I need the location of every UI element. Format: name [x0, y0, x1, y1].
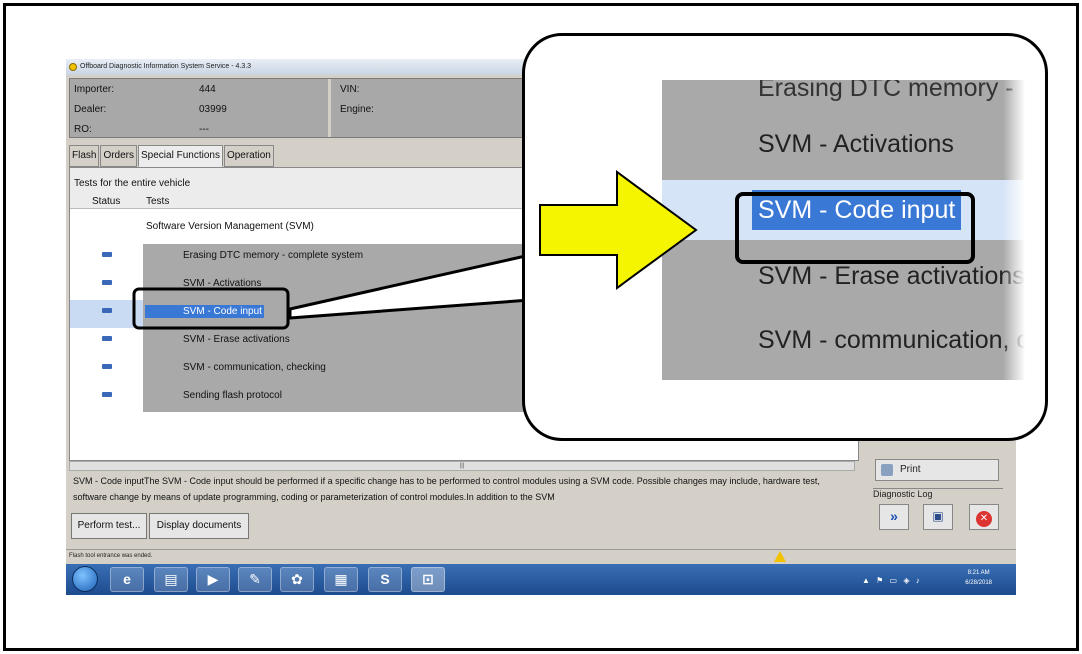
panel-caption: Tests for the entire vehicle	[74, 178, 191, 189]
brush-icon[interactable]: ✿	[280, 567, 314, 592]
grid-icon[interactable]: ▦	[324, 567, 358, 592]
zoom-row-code-input: SVM - Code input	[662, 180, 1025, 240]
zoomed-test-list: Erasing DTC memory - SVM - Activations S…	[662, 80, 1025, 380]
engine-row: Engine:	[340, 104, 374, 115]
status-indicator	[102, 308, 112, 313]
dealer-row: Dealer: 03999	[74, 104, 227, 115]
start-button[interactable]	[72, 566, 98, 592]
print-icon	[881, 464, 893, 476]
window-title: Offboard Diagnostic Information System S…	[80, 63, 252, 70]
tab-bar: Flash Orders Special Functions Operation	[69, 145, 275, 167]
horizontal-scrollbar[interactable]: |||	[69, 461, 855, 471]
importer-row: Importer: 444	[74, 84, 216, 95]
tab-orders[interactable]: Orders	[100, 145, 138, 167]
media-icon[interactable]: ▶	[196, 567, 230, 592]
right-action-panel: Print Diagnostic Log » ▣ ✕	[871, 449, 1013, 549]
navigation-buttons: » ▣ ✕	[873, 504, 1008, 534]
zoom-row-communication: SVM - communication, c	[758, 326, 1025, 354]
tests-column-header[interactable]: Tests	[146, 196, 169, 207]
zoom-callout-bubble: Erasing DTC memory - SVM - Activations S…	[522, 33, 1048, 441]
vehicle-info-panel: Importer: 444 Dealer: 03999 RO: --- VIN: En…	[69, 78, 525, 138]
diagnostic-log-label: Diagnostic Log	[873, 488, 1003, 500]
svm-group-label[interactable]: Software Version Management (SVM)	[146, 221, 314, 232]
status-indicator	[102, 336, 112, 341]
test-description: SVM - Code inputThe SVM - Code input sho…	[69, 472, 855, 508]
app-icon	[69, 63, 77, 71]
car-icon[interactable]: ⊡	[411, 567, 445, 592]
next-icon[interactable]: »	[879, 504, 909, 530]
status-bar: Flash tool entrance was ended.	[66, 549, 1016, 563]
status-indicator	[102, 392, 112, 397]
print-button[interactable]: Print	[875, 459, 999, 481]
grid-view-icon[interactable]: ▣	[923, 504, 953, 530]
tab-operation[interactable]: Operation	[223, 145, 274, 167]
close-icon: ✕	[976, 511, 992, 527]
tab-flash[interactable]: Flash	[69, 145, 100, 167]
perform-test-button[interactable]: Perform test...	[71, 513, 147, 539]
status-indicator	[102, 364, 112, 369]
vin-row: VIN:	[340, 84, 360, 95]
info-divider	[328, 79, 331, 137]
tray-icons[interactable]: ▲ ⚑ ▭ ◈ ♪	[862, 576, 922, 585]
zoom-fade	[1003, 80, 1025, 380]
selected-test-text: SVM - Code input	[145, 305, 264, 318]
ie-icon[interactable]: e	[110, 567, 144, 592]
status-text: Flash tool entrance was ended.	[69, 553, 153, 559]
zoom-row-erasing: Erasing DTC memory -	[758, 80, 1014, 102]
tray-clock[interactable]: 8:21 AM 6/28/2018	[965, 568, 992, 588]
system-tray: ▲ ⚑ ▭ ◈ ♪ 8:21 AM 6/28/2018	[862, 567, 1012, 592]
display-documents-button[interactable]: Display documents	[149, 513, 249, 539]
print-label: Print	[900, 464, 921, 475]
windows-taskbar: e ▤ ▶ ✎ ✿ ▦ S ⊡ ▲ ⚑ ▭ ◈ ♪ 8:21 AM 6/28/2…	[66, 564, 1016, 595]
zoom-row-activations: SVM - Activations	[758, 130, 954, 158]
skype-icon[interactable]: S	[368, 567, 402, 592]
ro-row: RO: ---	[74, 124, 209, 135]
zoom-row-erase-activations: SVM - Erase activations	[758, 262, 1025, 290]
paint-icon[interactable]: ✎	[238, 567, 272, 592]
status-indicator	[102, 280, 112, 285]
warning-icon[interactable]	[774, 551, 786, 562]
status-indicator	[102, 252, 112, 257]
folder-icon[interactable]: ▤	[154, 567, 188, 592]
tab-special-functions[interactable]: Special Functions	[138, 145, 223, 167]
close-button[interactable]: ✕	[969, 504, 999, 530]
status-column-header[interactable]: Status	[92, 196, 120, 207]
